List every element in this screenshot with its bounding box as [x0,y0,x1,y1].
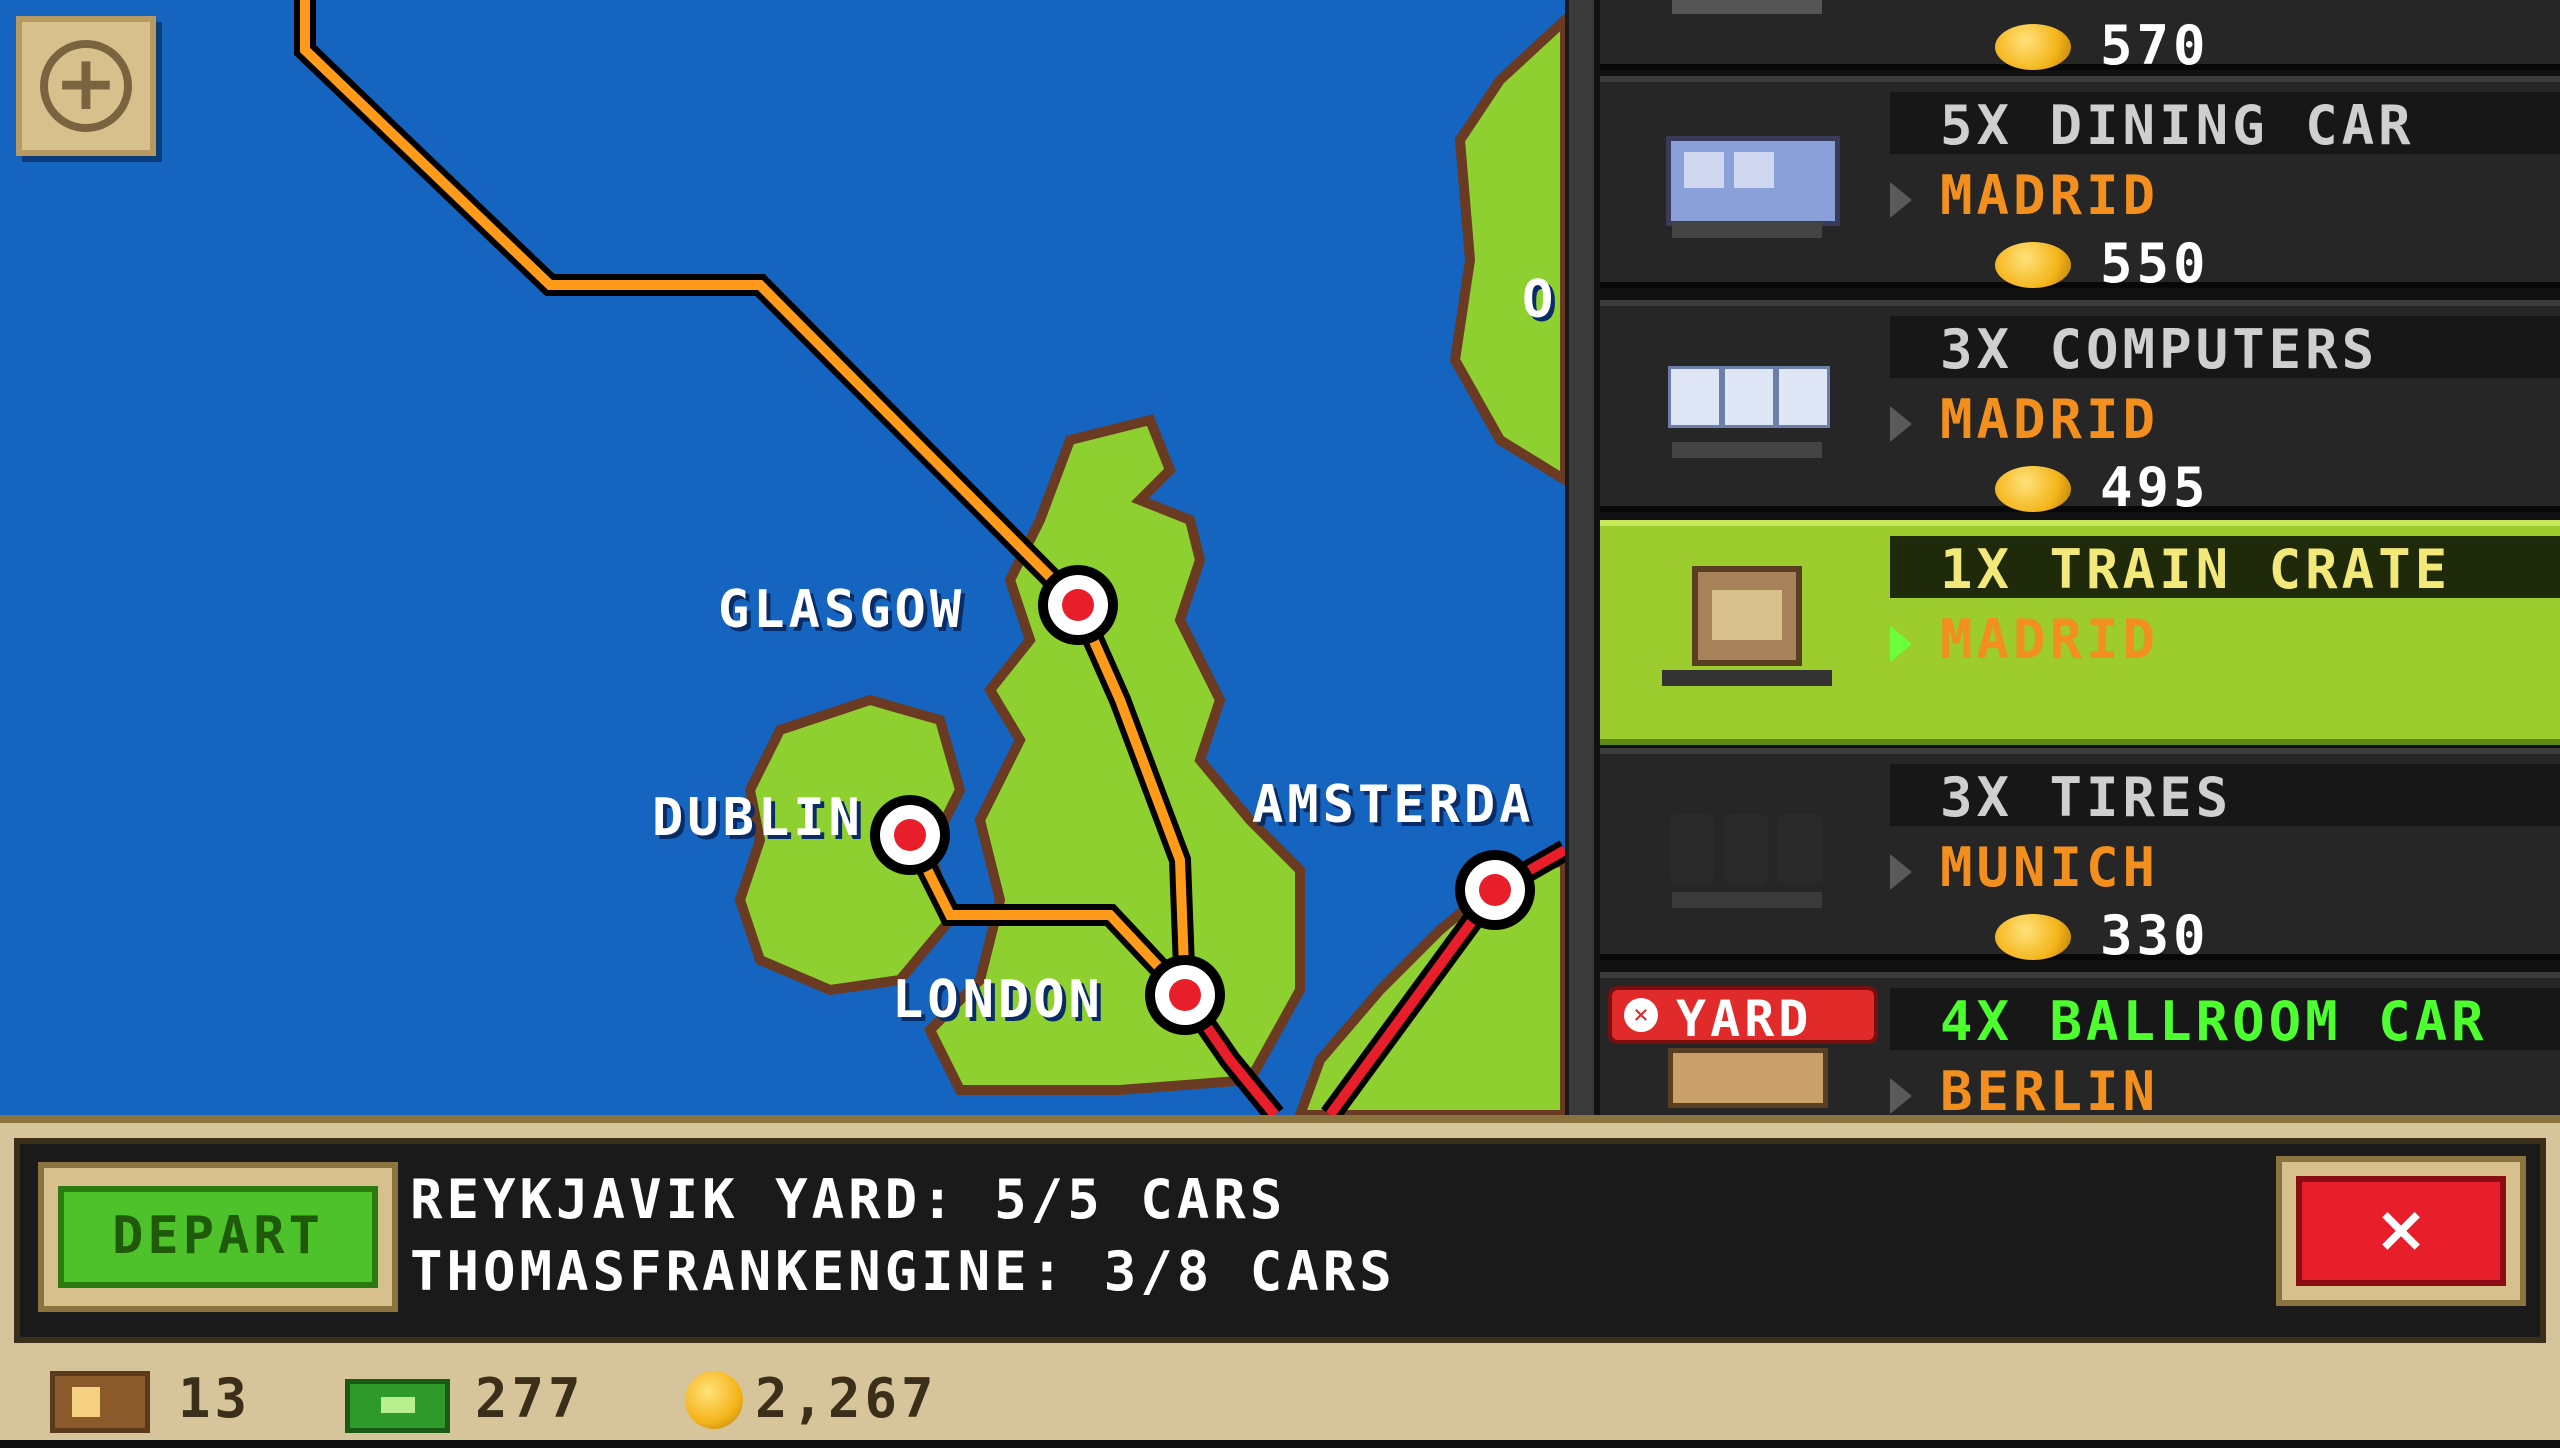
arrow-right-icon [1890,1078,1912,1114]
dining-car-icon [1662,122,1840,242]
cargo-destination: BERLIN [1940,1060,2160,1115]
cargo-destination: MUNICH [1940,836,2160,899]
station-london [1145,955,1225,1035]
cargo-row[interactable]: × YARD 4X BALLROOM CAR BERLIN [1600,972,2560,1115]
passenger-car-icon [1662,0,1832,24]
crate-icon [50,1371,150,1433]
cargo-destination: MADRID [1940,608,2160,671]
close-icon: × [2374,1193,2428,1267]
panel-divider [1565,0,1600,1115]
yard-status-text: REYKJAVIK YARD: 5/5 CARS [410,1168,1287,1231]
crates-count: 13 [178,1367,252,1430]
scandinavia-land [1449,13,1565,486]
yard-badge-label: YARD [1676,990,1813,1048]
engine-status-text: THOMASFRANKENGINE: 3/8 CARS [410,1240,1396,1303]
cargo-name: 5X DINING CAR [1940,94,2415,157]
train-crate-icon [1662,566,1832,686]
cargo-price: 570 [2100,14,2210,77]
cargo-price: 550 [2100,232,2210,295]
cargo-row[interactable]: 5X DINING CAR MADRID 550 [1600,76,2560,295]
cargo-price: 330 [2100,904,2210,967]
cargo-list[interactable]: 570 5X DINING CAR MADRID 550 3X COMPUTER… [1600,0,2560,1115]
arrow-right-icon [1890,406,1912,442]
arrow-right-icon [1890,854,1912,890]
coin-icon [1995,242,2071,288]
cargo-row[interactable]: 570 [1600,0,2560,77]
cargo-name: 4X BALLROOM CAR [1940,990,2488,1053]
cargo-destination: MADRID [1940,164,2160,227]
coin-icon [1995,24,2071,70]
arrow-right-icon [1890,182,1912,218]
map-canvas [294,0,1565,1115]
ballroom-car-icon [1662,1048,1832,1115]
city-label-dublin: DUBLIN [652,788,864,848]
cash-count: 277 [475,1367,585,1430]
plus-icon: + [54,37,118,127]
bottom-panel: DEPART REYKJAVIK YARD: 5/5 CARS THOMASFR… [0,1115,2560,1440]
cargo-destination: MADRID [1940,388,2160,451]
coin-icon [685,1371,743,1429]
yard-badge: × YARD [1608,986,1878,1048]
tires-icon [1662,794,1832,914]
station-amsterdam [1455,850,1535,930]
station-dublin [870,795,950,875]
world-map[interactable]: + GLASGOW DUBLIN LONDON AMSTERDA O [0,0,1565,1115]
zoom-in-button[interactable]: + [16,16,156,156]
cargo-row-selected[interactable]: 1X TRAIN CRATE MADRID [1600,520,2560,745]
cargo-name: 3X TIRES [1940,766,2233,829]
arrow-right-icon [1890,626,1912,662]
computers-icon [1662,346,1832,466]
cargo-row[interactable]: 3X COMPUTERS MADRID 495 [1600,300,2560,519]
coin-icon [1995,914,2071,960]
close-button[interactable]: × [2276,1156,2526,1306]
coin-icon [1995,466,2071,512]
city-label-glasgow: GLASGOW [718,580,966,640]
cash-icon [345,1371,450,1433]
cargo-row[interactable]: 3X TIRES MUNICH 330 [1600,748,2560,967]
cargo-name: 1X TRAIN CRATE [1940,538,2452,601]
message-bar: DEPART REYKJAVIK YARD: 5/5 CARS THOMASFR… [14,1138,2546,1343]
station-glasgow [1038,565,1118,645]
map-edge-label: O [1522,270,1558,330]
close-circle-icon: × [1624,998,1658,1032]
depart-button[interactable]: DEPART [38,1162,398,1312]
cargo-price: 495 [2100,456,2210,519]
coins-count: 2,267 [755,1367,938,1430]
city-label-london: LONDON [892,970,1104,1030]
cargo-name: 3X COMPUTERS [1940,318,2379,381]
city-label-amsterdam: AMSTERDA [1252,775,1535,835]
depart-label: DEPART [112,1206,324,1266]
resource-stats: 13 277 2,267 [0,1351,2560,1448]
